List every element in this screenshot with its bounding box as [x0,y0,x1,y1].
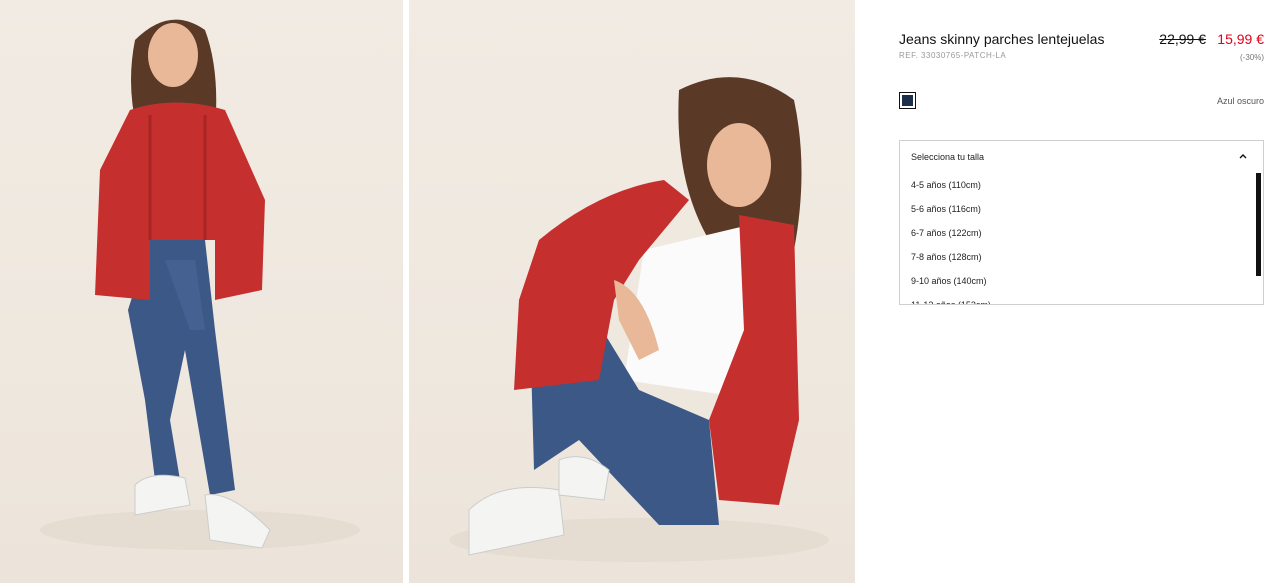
product-info-panel: Jeans skinny parches lentejuelas REF. 33… [899,0,1264,583]
size-placeholder: Selecciona tu talla [911,152,985,162]
discount-badge: (-30%) [1239,53,1264,62]
size-list-scrollbar[interactable] [1256,173,1261,276]
original-price: 22,99 € [1159,31,1206,47]
size-option[interactable]: 7-8 años (128cm) [900,245,1263,269]
product-reference: REF. 33030765-PATCH-LA [899,51,1007,60]
chevron-up-icon[interactable] [1239,153,1247,159]
sale-price: 15,99 € [1217,31,1264,47]
size-options-list: 4-5 años (110cm) 5-6 años (116cm) 6-7 añ… [900,173,1263,304]
color-name: Azul oscuro [1216,96,1264,106]
size-dropdown-header[interactable]: Selecciona tu talla [900,141,1263,173]
size-option[interactable]: 4-5 años (110cm) [900,173,1263,197]
size-option[interactable]: 5-6 años (116cm) [900,197,1263,221]
product-photo-kneeling[interactable] [409,0,855,583]
color-swatch-fill [902,95,913,106]
product-photo-standing[interactable] [0,0,403,583]
size-option[interactable]: 9-10 años (140cm) [900,269,1263,293]
size-option[interactable]: 11-12 años (152cm) [900,293,1263,304]
size-option[interactable]: 6-7 años (122cm) [900,221,1263,245]
product-title: Jeans skinny parches lentejuelas [899,31,1105,47]
size-dropdown[interactable]: Selecciona tu talla 4-5 años (110cm) 5-6… [899,140,1264,305]
color-swatch-dark-blue[interactable] [899,92,916,109]
